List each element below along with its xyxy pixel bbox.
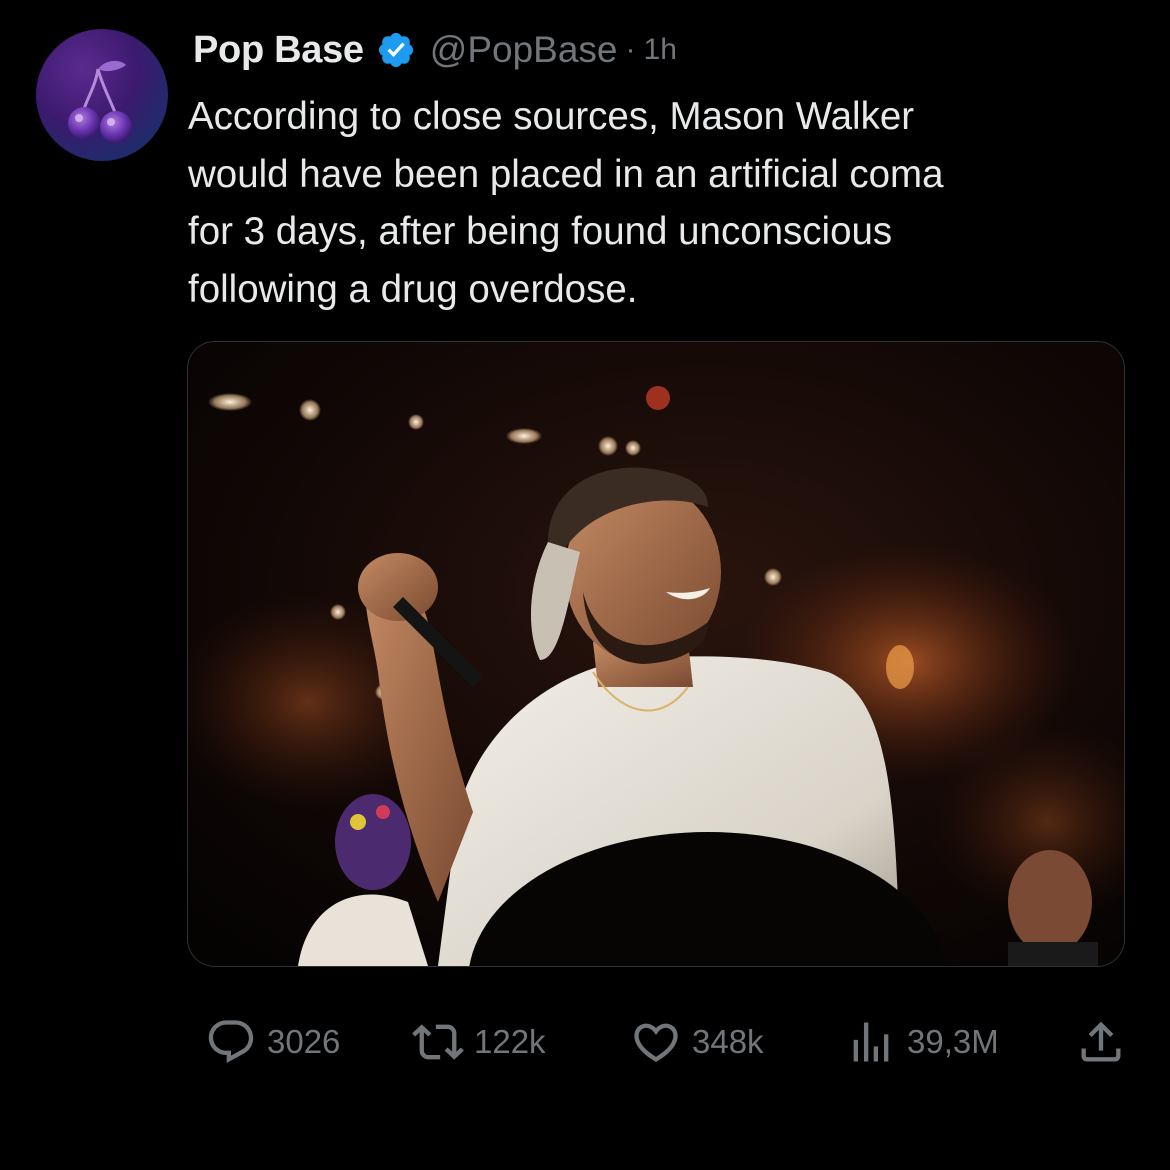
tweet-header: Pop Base @PopBase · 1h [193, 26, 677, 74]
share-icon [1075, 1016, 1127, 1068]
timestamp[interactable]: 1h [644, 33, 677, 67]
reply-icon [205, 1016, 257, 1068]
heart-icon [630, 1016, 682, 1068]
tweet-text-line: According to close sources, Mason Walker [188, 95, 915, 138]
reply-count: 3026 [267, 1023, 341, 1060]
analytics-icon [845, 1016, 897, 1068]
tweet-text-line: for 3 days, after being found unconsciou… [188, 210, 893, 253]
like-button[interactable]: 348k [630, 1012, 764, 1072]
separator-dot: · [625, 33, 636, 66]
views-button[interactable]: 39,3M [845, 1012, 999, 1072]
handle[interactable]: @PopBase [430, 29, 618, 71]
tweet-media-photo[interactable] [187, 341, 1125, 967]
author-avatar[interactable] [36, 29, 168, 161]
tweet-text-line: would have been placed in an artificial … [188, 152, 944, 196]
repost-count: 122k [474, 1023, 546, 1060]
tweet-text-line: following a drug overdose. [188, 267, 638, 311]
tweet-actions: 3026 122k 348k 39,3M [200, 1012, 1130, 1072]
repost-icon [412, 1016, 464, 1068]
concert-photo [188, 342, 1124, 966]
like-count: 348k [692, 1023, 764, 1060]
reply-button[interactable]: 3026 [205, 1012, 340, 1072]
display-name[interactable]: Pop Base [193, 29, 364, 72]
view-count: 39,3M [907, 1023, 999, 1060]
repost-button[interactable]: 122k [412, 1012, 546, 1072]
share-button[interactable] [1075, 1012, 1127, 1072]
verified-badge-icon [376, 30, 416, 70]
cherry-icon [68, 60, 132, 143]
tweet-text: According to close sources, Mason Walker… [188, 88, 1118, 318]
